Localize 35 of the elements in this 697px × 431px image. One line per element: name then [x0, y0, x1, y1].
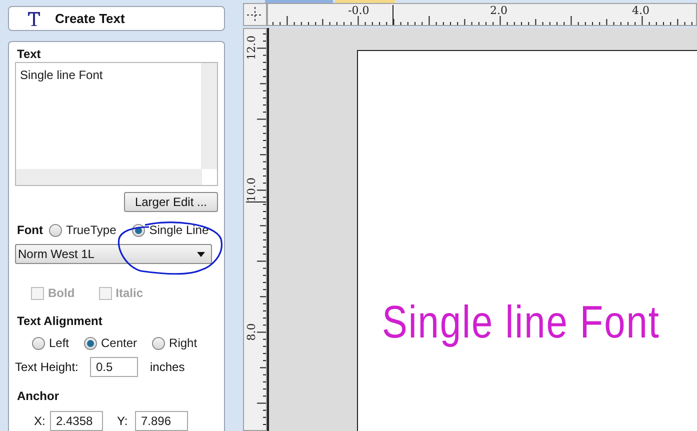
horizontal-scrollbar[interactable] [16, 169, 202, 185]
dropdown-caret-icon [197, 252, 205, 256]
ruler-label: 2.0 [490, 5, 508, 17]
text-value: Single line Font [20, 67, 103, 84]
ruler-label: 10.0 [246, 178, 258, 202]
radio-button[interactable]: TrueType [49, 221, 116, 239]
text-tool-icon [27, 10, 41, 26]
input-field[interactable]: 0.5 [90, 357, 138, 377]
ruler-label: 4.0 [632, 5, 650, 17]
radio-button[interactable]: Single Line [132, 221, 209, 239]
ruler-label: 12.0 [246, 36, 258, 60]
section-heading: Text [16, 47, 42, 61]
crosshair-icon [247, 6, 263, 22]
field-label: Y: [117, 413, 129, 430]
unit-label: inches [150, 359, 185, 376]
input-field[interactable]: 7.896 [135, 411, 188, 431]
ruler-label: -0.0 [348, 5, 370, 17]
ruler-label: 8.0 [246, 322, 258, 343]
tab-strip [335, 0, 395, 3]
font-dropdown[interactable]: Norm West 1L [15, 244, 212, 264]
text-area[interactable]: Single line Font [15, 62, 218, 186]
input-field[interactable]: 2.4358 [50, 411, 103, 431]
radio-button[interactable]: Center [84, 334, 138, 352]
radio-button[interactable]: Left [32, 334, 70, 352]
larger-edit-button[interactable]: Larger Edit ... [124, 192, 218, 212]
field-label: Text Height: [15, 359, 80, 376]
section-heading: Anchor [16, 388, 60, 405]
canvas-text: Single line Font [382, 296, 660, 350]
vertical-scrollbar[interactable] [201, 63, 217, 169]
font-label: Font [17, 222, 43, 239]
tab-strip [265, 0, 333, 3]
radio-button[interactable]: Right [152, 334, 198, 352]
section-heading: Text Alignment [16, 313, 104, 330]
panel-title: Create Text [55, 10, 125, 28]
field-label: X: [34, 413, 46, 430]
